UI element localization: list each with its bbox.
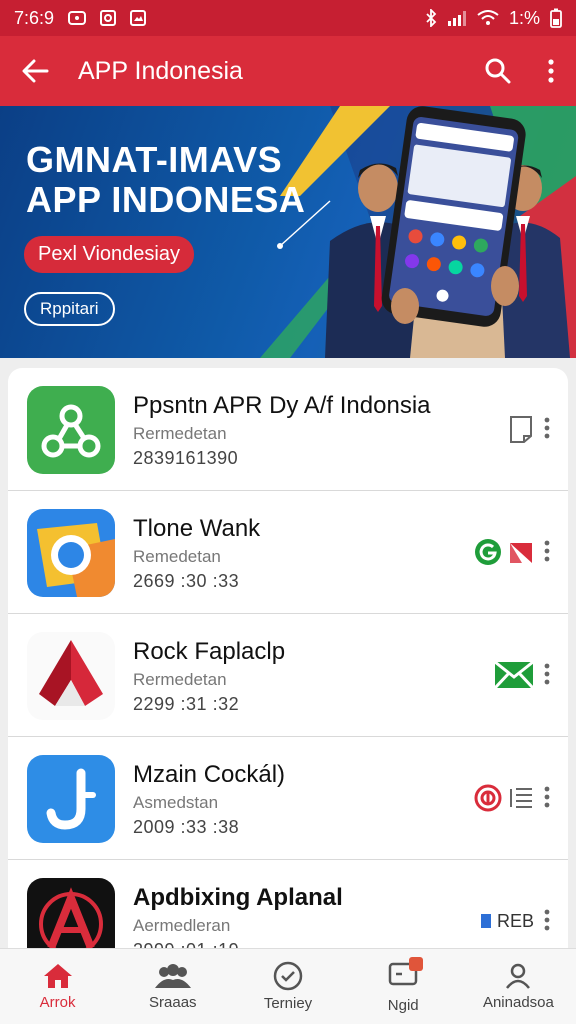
app-name: Mzain Cockál) bbox=[133, 761, 286, 788]
app-subtitle: Aermedleran bbox=[133, 916, 231, 935]
reb-label: REB bbox=[496, 910, 534, 931]
home-icon bbox=[43, 964, 72, 988]
wifi-icon bbox=[477, 10, 499, 25]
more-options-button[interactable] bbox=[536, 410, 558, 446]
more-options-button[interactable] bbox=[536, 902, 558, 938]
status-bar: 7:6:9 1:% bbox=[0, 0, 576, 36]
red-arrow-app-icon bbox=[27, 632, 115, 720]
battery-percent: 1:% bbox=[508, 7, 540, 28]
nav-item-profile[interactable]: Aninadsoa bbox=[461, 949, 576, 1024]
banner-title-line1: GMNAT-IMAVS bbox=[26, 139, 283, 180]
back-button[interactable] bbox=[0, 36, 70, 106]
search-icon bbox=[485, 58, 511, 84]
arrow-back-icon bbox=[22, 59, 49, 83]
group-icon bbox=[154, 964, 191, 988]
app-meta: 2299 :31 :32 bbox=[133, 694, 240, 714]
row-badge bbox=[508, 414, 534, 444]
book-icon bbox=[510, 416, 532, 443]
ribbon-icon bbox=[510, 543, 532, 563]
nav-label: Aninadsoa bbox=[482, 994, 554, 1011]
more-options-button[interactable] bbox=[536, 533, 558, 569]
more-vert-icon bbox=[544, 786, 550, 808]
search-button[interactable] bbox=[470, 36, 526, 106]
g-logo-icon bbox=[475, 539, 501, 565]
bottom-navigation: Arrok Sraaas Terniey Ngid Aninadsoa bbox=[0, 948, 576, 1024]
app-name: Rock Faplaclp bbox=[133, 638, 286, 665]
check-circle-icon bbox=[273, 961, 303, 991]
gallery-icon bbox=[130, 10, 147, 26]
chrome-app-icon bbox=[27, 509, 115, 597]
nav-label: Sraaas bbox=[149, 994, 197, 1011]
row-badge bbox=[474, 783, 534, 813]
notification-o-icon bbox=[100, 10, 117, 26]
list-item[interactable]: Mzain Cockál) Asmedstan 2009 :33 :38 bbox=[8, 737, 568, 860]
banner-title: GMNAT-IMAVS APP INDONESA bbox=[26, 140, 305, 220]
a-logo-app-icon bbox=[27, 878, 115, 952]
app-meta: 2009 :33 :38 bbox=[133, 817, 240, 837]
banner-cta-button[interactable]: Pexl Viondesiay bbox=[24, 236, 194, 273]
list-item[interactable]: Tlone Wank Remedetan 2669 :30 :33 bbox=[8, 491, 568, 614]
square-icon bbox=[480, 914, 491, 928]
target-icon bbox=[474, 784, 502, 812]
more-vert-icon bbox=[544, 417, 550, 439]
nav-item-home[interactable]: Arrok bbox=[0, 949, 115, 1024]
more-options-button[interactable] bbox=[536, 656, 558, 692]
app-name: Ppsntn APR Dy A/f Indonsia bbox=[133, 392, 431, 419]
more-vert-icon bbox=[548, 59, 554, 83]
mail-icon bbox=[494, 661, 534, 689]
promo-banner[interactable]: GMNAT-IMAVS APP INDONESA Pexl Viondesiay… bbox=[0, 106, 576, 358]
nav-item-groups[interactable]: Sraaas bbox=[115, 949, 230, 1024]
more-vert-icon bbox=[544, 909, 550, 931]
share-app-icon bbox=[27, 386, 115, 474]
app-name: Tlone Wank bbox=[133, 515, 261, 542]
row-badge: REB bbox=[480, 906, 534, 936]
banner-title-line2: APP INDONESA bbox=[26, 179, 306, 220]
nav-label: Arrok bbox=[39, 994, 76, 1011]
nav-label: Terniey bbox=[263, 995, 313, 1012]
battery-icon bbox=[550, 8, 562, 28]
cloud-icon bbox=[68, 11, 87, 25]
bluetooth-icon bbox=[426, 9, 437, 27]
nav-label: Ngid bbox=[387, 996, 419, 1014]
signal-icon bbox=[447, 11, 466, 26]
notification-badge bbox=[409, 956, 424, 971]
overflow-menu-button[interactable] bbox=[526, 36, 576, 106]
list-item[interactable]: Apdbixing Aplanal Aermedleran 2999 :01 :… bbox=[8, 860, 568, 952]
row-badge bbox=[474, 537, 534, 567]
app-subtitle: Rermedetan bbox=[133, 424, 227, 443]
app-subtitle: Asmedstan bbox=[133, 793, 219, 812]
app-name: Apdbixing Aplanal bbox=[133, 884, 343, 911]
app-meta: 2839161390 bbox=[133, 448, 239, 468]
more-vert-icon bbox=[544, 663, 550, 685]
j-app-icon bbox=[27, 755, 115, 843]
app-subtitle: Rermedetan bbox=[133, 670, 227, 689]
app-meta: 2669 :30 :33 bbox=[133, 571, 240, 591]
nav-item-device[interactable]: Ngid bbox=[346, 949, 461, 1024]
page-title: APP Indonesia bbox=[78, 56, 243, 85]
banner-secondary-button[interactable]: Rppitari bbox=[24, 292, 115, 326]
status-time: 7:6:9 bbox=[14, 7, 55, 28]
app-list: Ppsntn APR Dy A/f Indonsia Rermedetan 28… bbox=[8, 368, 568, 952]
list-item[interactable]: Rock Faplaclp Rermedetan 2299 :31 :32 bbox=[8, 614, 568, 737]
app-bar: APP Indonesia bbox=[0, 36, 576, 106]
device-icon-wrap bbox=[388, 956, 424, 993]
row-badge bbox=[494, 660, 534, 690]
list-icon bbox=[510, 788, 532, 808]
app-subtitle: Remedetan bbox=[133, 547, 221, 566]
more-options-button[interactable] bbox=[536, 779, 558, 815]
profile-icon bbox=[506, 963, 531, 989]
more-vert-icon bbox=[544, 540, 550, 562]
nav-item-check[interactable]: Terniey bbox=[230, 949, 345, 1024]
list-item[interactable]: Ppsntn APR Dy A/f Indonsia Rermedetan 28… bbox=[8, 368, 568, 491]
